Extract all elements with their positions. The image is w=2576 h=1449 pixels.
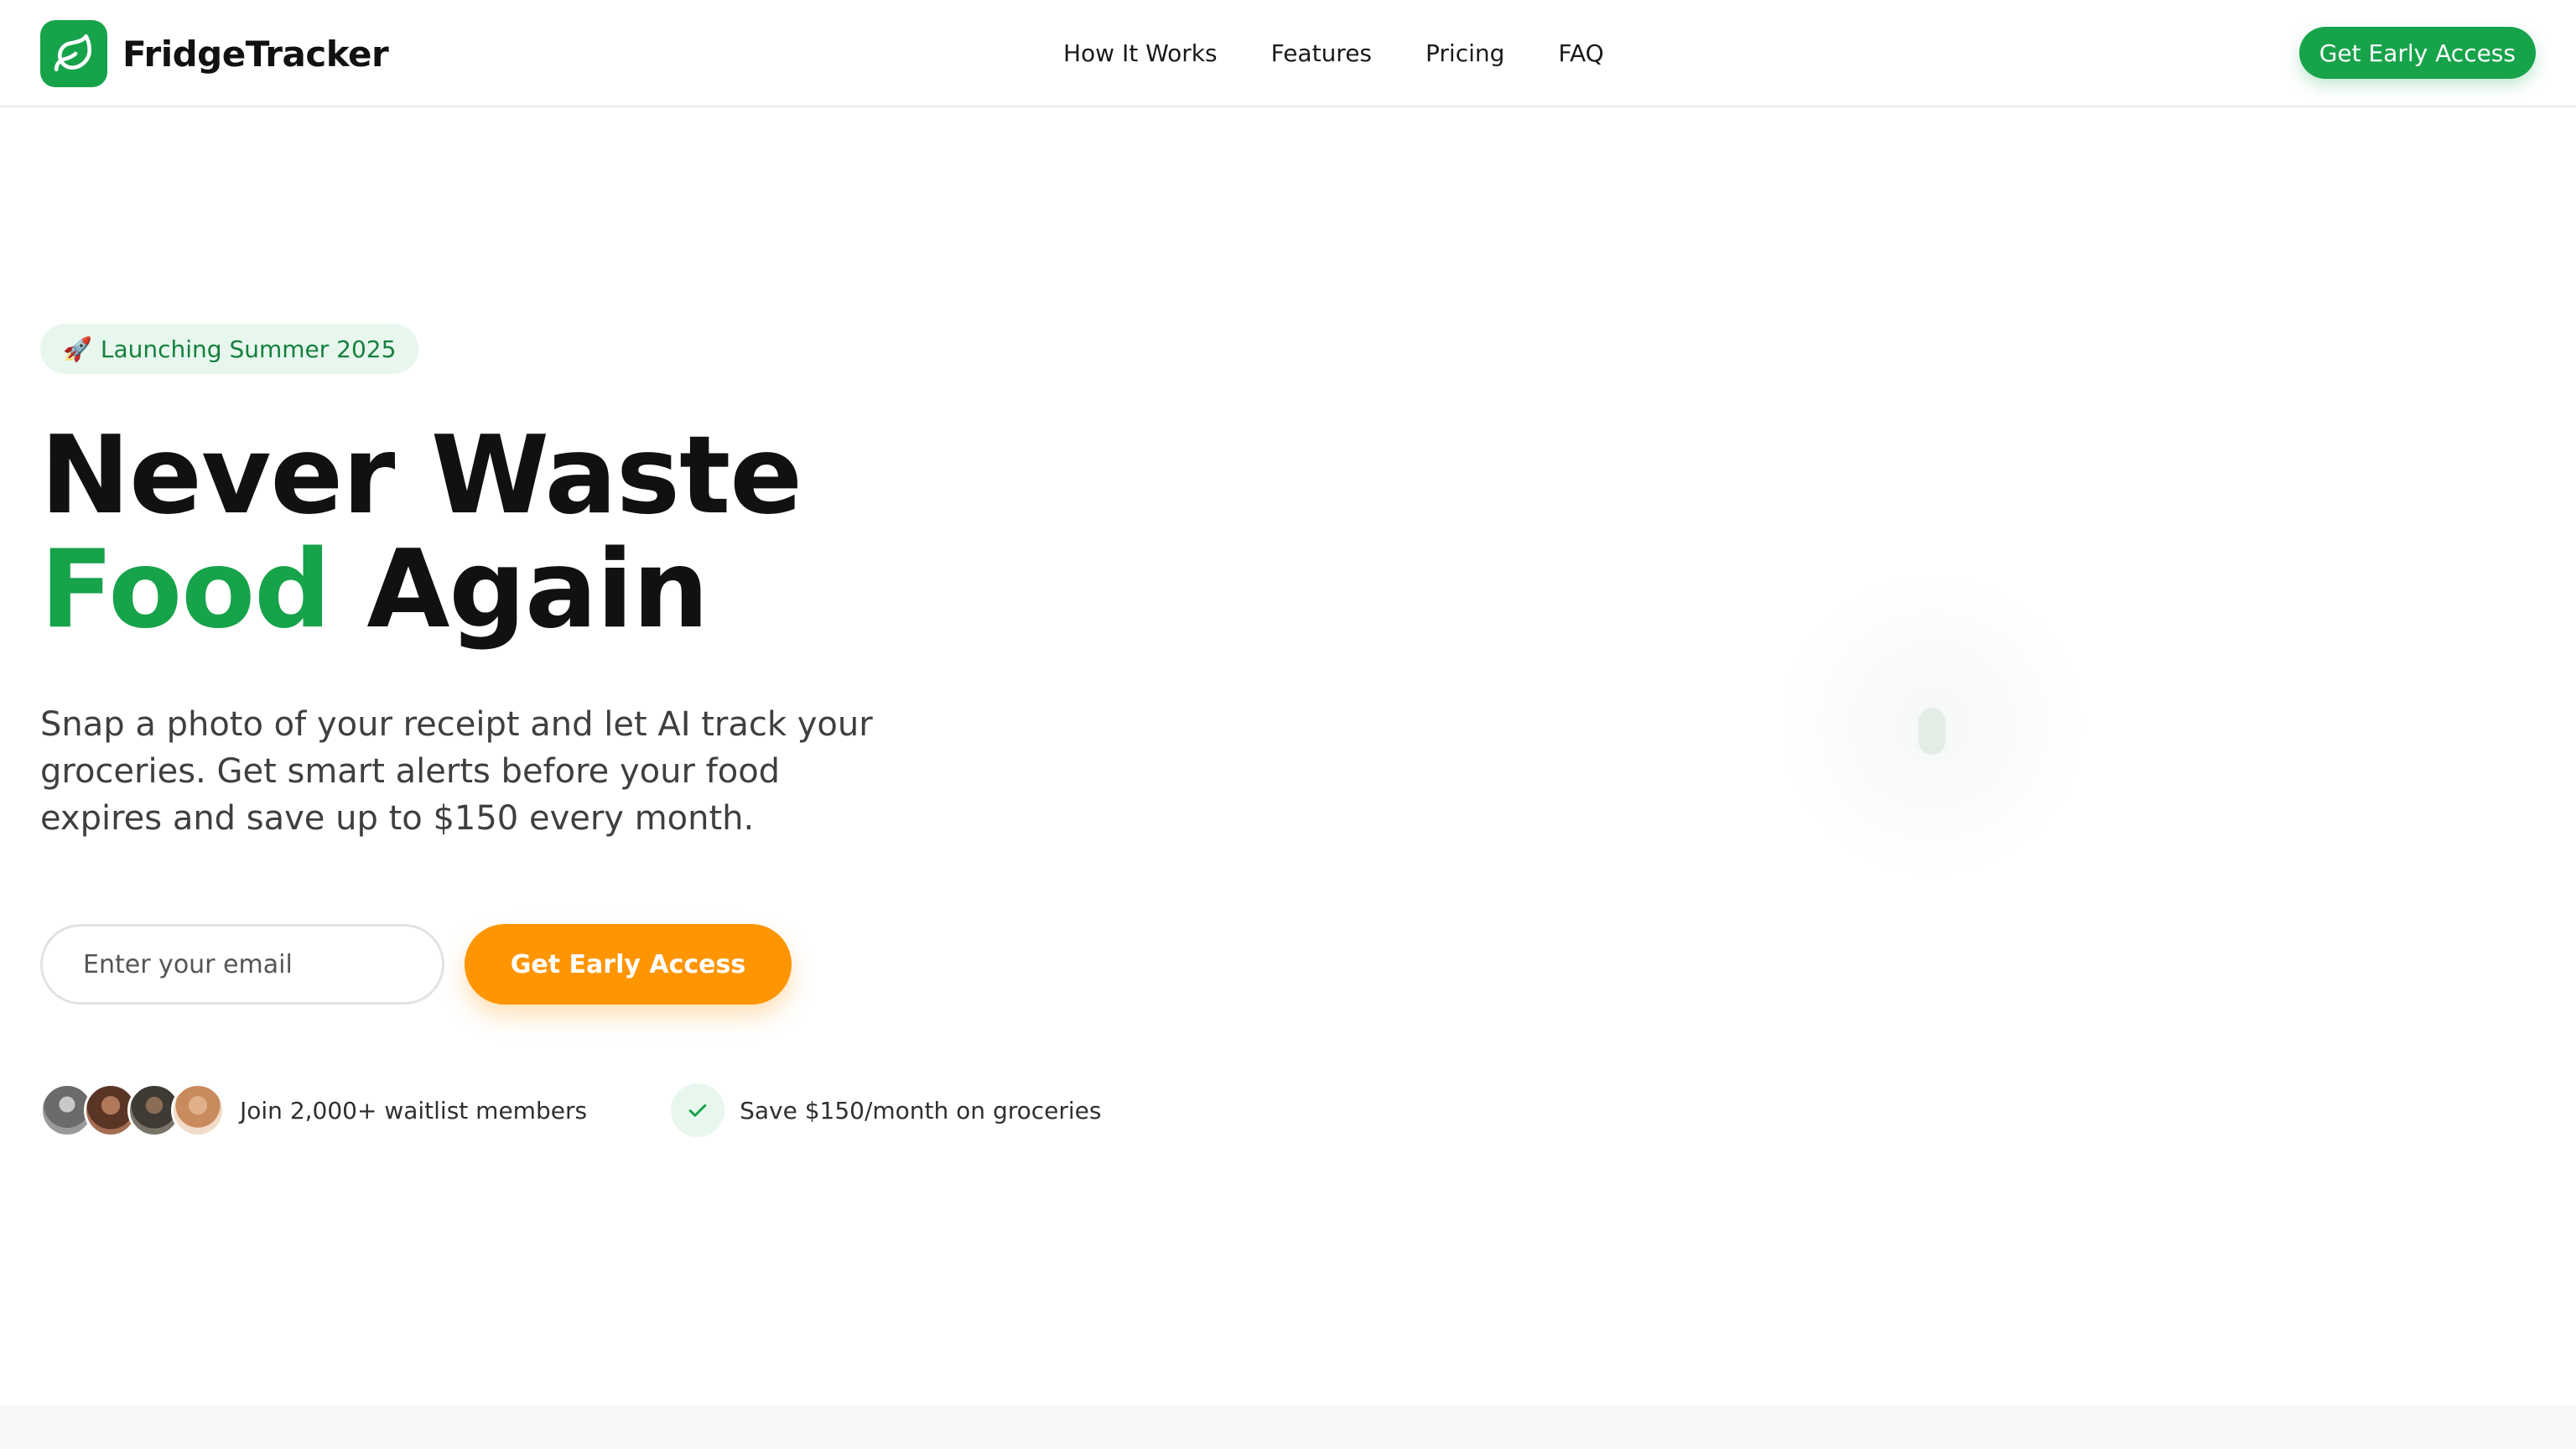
avatar	[171, 1083, 225, 1137]
headline-rest: Again	[366, 527, 709, 652]
avatar-stack	[40, 1083, 225, 1137]
next-section-band	[0, 1405, 2576, 1449]
loading-pill-icon	[1919, 708, 1945, 755]
nav-link-pricing[interactable]: Pricing	[1426, 39, 1504, 67]
launch-badge: 🚀 Launching Summer 2025	[40, 324, 419, 374]
check-icon	[671, 1083, 725, 1137]
nav-links: How It Works Features Pricing FAQ	[1063, 0, 1604, 106]
top-nav: FridgeTracker How It Works Features Pric…	[0, 0, 2576, 107]
launch-badge-text: Launching Summer 2025	[100, 335, 397, 363]
hero-headline: Never Waste Food Again	[40, 419, 802, 647]
hero-subtext: Snap a photo of your receipt and let AI …	[40, 705, 873, 838]
email-input[interactable]	[40, 924, 444, 1005]
nav-early-access-button[interactable]: Get Early Access	[2298, 27, 2536, 79]
leaf-logo-icon	[40, 20, 107, 87]
nav-link-how-it-works[interactable]: How It Works	[1063, 39, 1218, 67]
brand[interactable]: FridgeTracker	[40, 20, 389, 87]
nav-link-faq[interactable]: FAQ	[1558, 39, 1603, 67]
headline-line-1: Never Waste	[40, 413, 802, 538]
waitlist-count-text: Join 2,000+ waitlist members	[240, 1096, 588, 1124]
savings-text: Save $150/month on groceries	[740, 1096, 1102, 1124]
headline-accent: Food	[40, 527, 331, 652]
brand-name: FridgeTracker	[122, 33, 389, 75]
rocket-icon: 🚀	[63, 335, 92, 363]
social-proof: Join 2,000+ waitlist members Save $150/m…	[40, 1083, 1101, 1137]
hero-early-access-button[interactable]: Get Early Access	[465, 924, 792, 1005]
nav-link-features[interactable]: Features	[1271, 39, 1372, 67]
